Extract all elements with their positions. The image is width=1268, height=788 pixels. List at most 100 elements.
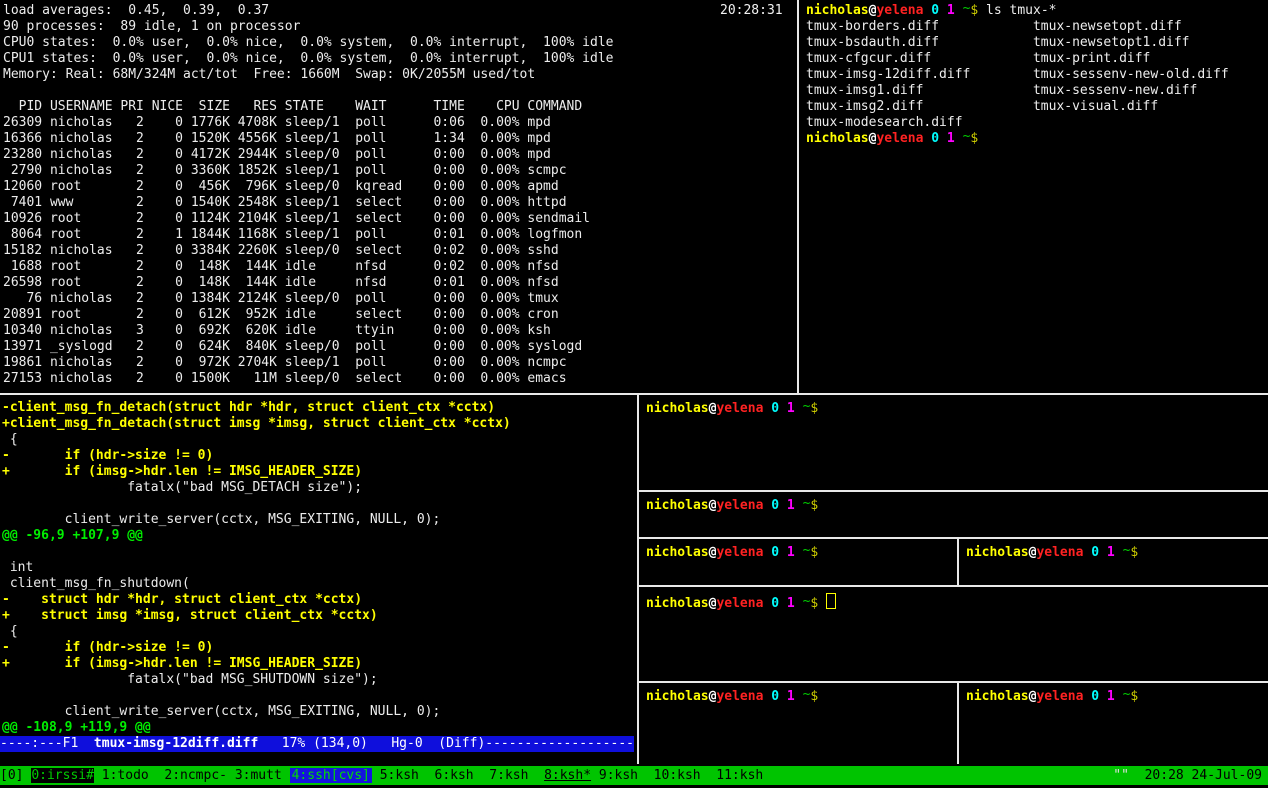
shell-prompt: nicholas@yelena 0 1 ~$ <box>966 689 1268 705</box>
pane-shell-6[interactable]: nicholas@yelena 0 1 ~$ <box>959 683 1268 770</box>
text-span <box>795 401 803 416</box>
prompt-host: yelena <box>876 3 923 18</box>
modeline-dashes: -------------------- <box>485 736 634 751</box>
pane-emacs-diff[interactable]: -client_msg_fn_detach(struct hdr *hdr, s… <box>0 395 637 764</box>
shell-prompt: nicholas@yelena 0 1 ~$ <box>966 545 1268 561</box>
shell-prompt: nicholas@yelena 0 1 ~$ <box>646 593 1268 612</box>
status-right-gap <box>1129 768 1145 783</box>
diff-line-diff: + if (imsg->hdr.len != IMSG_HEADER_SIZE) <box>2 656 637 672</box>
diff-line-ctx: client_write_server(cctx, MSG_EXITING, N… <box>2 512 637 528</box>
prompt-shlvl: 1 <box>787 545 795 560</box>
diff-line-ctx <box>2 496 637 512</box>
pane-shell-3[interactable]: nicholas@yelena 0 1 ~$ <box>639 539 964 591</box>
status-session-name: [0] <box>0 768 31 783</box>
prompt-host: yelena <box>876 131 923 146</box>
diff-line-diff: - if (hdr->size != 0) <box>2 448 637 464</box>
status-session-title: "" <box>1113 768 1129 783</box>
prompt-user: nicholas <box>966 689 1029 704</box>
status-window-item[interactable]: 1:todo 2:ncmpc- 3:mutt <box>94 768 290 783</box>
diff-line-ctx: int <box>2 560 637 576</box>
shell-prompt: nicholas@yelena 0 1 ~$ <box>646 689 964 705</box>
prompt-cwd: ~ <box>803 543 811 558</box>
prompt-shlvl: 1 <box>947 3 955 18</box>
top-summary: load averages: 0.45, 0.39, 0.37 90 proce… <box>3 3 800 83</box>
prompt-dollar: $ <box>970 131 978 146</box>
text-span <box>1115 689 1123 704</box>
prompt-cwd: ~ <box>1123 687 1131 702</box>
status-window-item[interactable]: 5:ksh 6:ksh 7:ksh <box>372 768 544 783</box>
emacs-buffer: -client_msg_fn_detach(struct hdr *hdr, s… <box>0 395 637 736</box>
status-window-list: [0] 0:irssi# 1:todo 2:ncmpc- 3:mutt 4:ss… <box>0 768 763 784</box>
prompt-exit-status: 0 <box>771 498 779 513</box>
prompt-host: yelena <box>716 689 763 704</box>
shell-prompt: nicholas@yelena 0 1 ~$ <box>646 545 964 561</box>
prompt-exit-status: 0 <box>1091 689 1099 704</box>
diff-line-ctx: fatalx("bad MSG_SHUTDOWN size"); <box>2 672 637 688</box>
diff-line-ctx: client_msg_fn_shutdown( <box>2 576 637 592</box>
prompt-dollar: $ <box>810 689 818 704</box>
diff-line-hunk: @@ -96,9 +107,9 @@ <box>2 528 637 544</box>
text-span <box>939 3 947 18</box>
prompt-exit-status: 0 <box>931 3 939 18</box>
status-clock: 20:28 24-Jul-09 <box>1145 768 1262 783</box>
prompt-host: yelena <box>1036 689 1083 704</box>
status-window-item[interactable]: 0:irssi# <box>31 768 94 783</box>
prompt-user: nicholas <box>646 545 709 560</box>
prompt-exit-status: 0 <box>1091 545 1099 560</box>
text-span <box>818 596 826 611</box>
prompt-user: nicholas <box>806 131 869 146</box>
pane-shell-active[interactable]: nicholas@yelena 0 1 ~$ <box>639 587 1268 687</box>
pane-shell-5[interactable]: nicholas@yelena 0 1 ~$ <box>639 683 964 770</box>
text-span <box>795 545 803 560</box>
prompt-exit-status: 0 <box>931 131 939 146</box>
prompt-host: yelena <box>1036 545 1083 560</box>
prompt-cwd: ~ <box>803 687 811 702</box>
shell-prompt: nicholas@yelena 0 1 ~$ <box>806 131 1268 147</box>
status-window-item[interactable]: 4:ssh[cvs] <box>290 768 372 783</box>
text-span <box>955 3 963 18</box>
tmux-status-bar: [0] 0:irssi# 1:todo 2:ncmpc- 3:mutt 4:ss… <box>0 766 1268 785</box>
text-span <box>1099 689 1107 704</box>
diff-line-diff: + struct imsg *imsg, struct client_ctx *… <box>2 608 637 624</box>
pane-shell-4[interactable]: nicholas@yelena 0 1 ~$ <box>959 539 1268 591</box>
ls-file-listing: tmux-borders.diff tmux-newsetopt.diff tm… <box>806 19 1268 131</box>
diff-line-diff: - struct hdr *hdr, struct client_ctx *cc… <box>2 592 637 608</box>
diff-line-ctx <box>2 688 637 704</box>
text-span <box>779 689 787 704</box>
prompt-host: yelena <box>716 498 763 513</box>
prompt-user: nicholas <box>806 3 869 18</box>
text-span <box>1099 545 1107 560</box>
emacs-modeline: ----:---F1 tmux-imsg-12diff.diff 17% (13… <box>0 736 634 752</box>
pane-top-process-monitor[interactable]: load averages: 0.45, 0.39, 0.37 90 proce… <box>0 0 800 396</box>
diff-line-ctx: { <box>2 432 637 448</box>
prompt-cwd: ~ <box>963 1 971 16</box>
prompt-dollar: $ <box>810 401 818 416</box>
prompt-cwd: ~ <box>1123 543 1131 558</box>
text-span <box>939 131 947 146</box>
prompt-dollar: $ <box>810 498 818 513</box>
pane-shell-ls[interactable]: nicholas@yelena 0 1 ~$ ls tmux-* tmux-bo… <box>799 0 1268 396</box>
prompt-shlvl: 1 <box>787 596 795 611</box>
shell-prompt: nicholas@yelena 0 1 ~$ <box>646 498 1268 514</box>
diff-line-ctx: client_write_server(cctx, MSG_EXITING, N… <box>2 704 637 720</box>
text-span <box>779 401 787 416</box>
prompt-cwd: ~ <box>803 496 811 511</box>
status-window-item[interactable]: 8:ksh* <box>544 768 591 783</box>
diff-line-ctx: { <box>2 624 637 640</box>
tmux-terminal-screen: load averages: 0.45, 0.39, 0.37 90 proce… <box>0 0 1268 788</box>
prompt-exit-status: 0 <box>771 401 779 416</box>
typed-command: ls tmux-* <box>978 3 1056 18</box>
pane-shell-1[interactable]: nicholas@yelena 0 1 ~$ <box>639 395 1268 496</box>
modeline-filename: tmux-imsg-12diff.diff <box>94 736 258 751</box>
prompt-cwd: ~ <box>963 129 971 144</box>
prompt-host: yelena <box>716 401 763 416</box>
prompt-cwd: ~ <box>803 594 811 609</box>
prompt-exit-status: 0 <box>771 689 779 704</box>
status-window-item[interactable]: 9:ksh 10:ksh 11:ksh <box>591 768 763 783</box>
text-span <box>1115 545 1123 560</box>
text-span <box>795 498 803 513</box>
pane-shell-2[interactable]: nicholas@yelena 0 1 ~$ <box>639 492 1268 543</box>
prompt-user: nicholas <box>646 401 709 416</box>
prompt-shlvl: 1 <box>1107 545 1115 560</box>
prompt-shlvl: 1 <box>1107 689 1115 704</box>
